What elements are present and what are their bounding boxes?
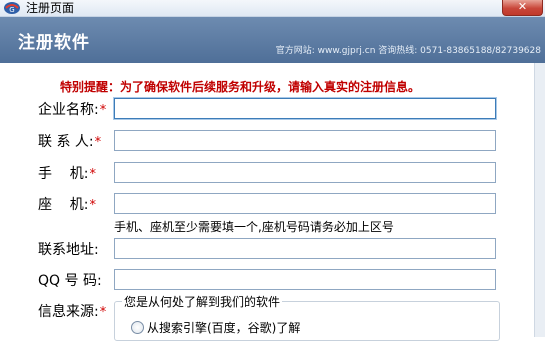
mobile-input[interactable] — [114, 162, 496, 183]
qq-label-text: QQ 号 码: — [38, 273, 102, 289]
title-bar: G 注册页面 ✕ — [0, 0, 545, 17]
address-label-text: 联系地址: — [38, 242, 99, 258]
phone-label: 座 机:* — [38, 194, 96, 214]
notice-text: 特别提醒：为了确保软件后续服务和升级，请输入真实的注册信息。 — [60, 80, 421, 94]
address-input[interactable] — [114, 238, 496, 259]
svg-text:G: G — [9, 6, 14, 14]
mobile-label: 手 机:* — [38, 163, 96, 183]
source-option-label: 从搜索引擎(百度，谷歌)了解 — [147, 321, 301, 335]
required-mark: * — [89, 167, 97, 182]
source-group-legend: 您是从何处了解到我们的软件 — [122, 293, 283, 310]
landline-input[interactable] — [114, 193, 496, 214]
contact-label: 联 系 人:* — [38, 131, 101, 151]
contact-info: 官方网站: www.gjprj.cn 咨询热线: 0571-83865188/8… — [275, 46, 541, 56]
qq-input[interactable] — [114, 269, 496, 290]
address-label: 联系地址: — [38, 239, 99, 259]
company-name-input[interactable] — [114, 98, 496, 119]
required-mark: * — [99, 305, 107, 320]
company-label-text: 企业名称: — [38, 102, 99, 118]
required-mark: * — [94, 135, 102, 150]
source-label: 信息来源:* — [38, 301, 106, 321]
source-groupbox: 您是从何处了解到我们的软件 从搜索引擎(百度，谷歌)了解 — [114, 293, 500, 341]
phone-hint: 手机、座机至少需要填一个,座机号码请务必加上区号 — [114, 220, 394, 234]
required-mark: * — [89, 198, 97, 213]
header-banner: 注册软件 — [0, 17, 545, 63]
window-title: 注册页面 — [26, 1, 75, 15]
source-label-text: 信息来源: — [38, 304, 99, 320]
window-edge — [534, 63, 545, 337]
mobile-label-text: 手 机: — [38, 166, 89, 182]
qq-label: QQ 号 码: — [38, 270, 102, 290]
company-label: 企业名称:* — [38, 99, 106, 119]
required-mark: * — [99, 103, 107, 118]
app-logo-icon: G — [4, 2, 20, 14]
contact-label-text: 联 系 人: — [38, 134, 94, 150]
source-option-search-engine[interactable]: 从搜索引擎(百度，谷歌)了解 — [131, 319, 300, 336]
close-button[interactable]: ✕ — [502, 0, 543, 16]
page-title: 注册软件 — [18, 33, 90, 53]
contact-person-input[interactable] — [114, 130, 496, 151]
radio-button[interactable] — [131, 321, 144, 334]
phone-label-text: 座 机: — [38, 197, 89, 213]
